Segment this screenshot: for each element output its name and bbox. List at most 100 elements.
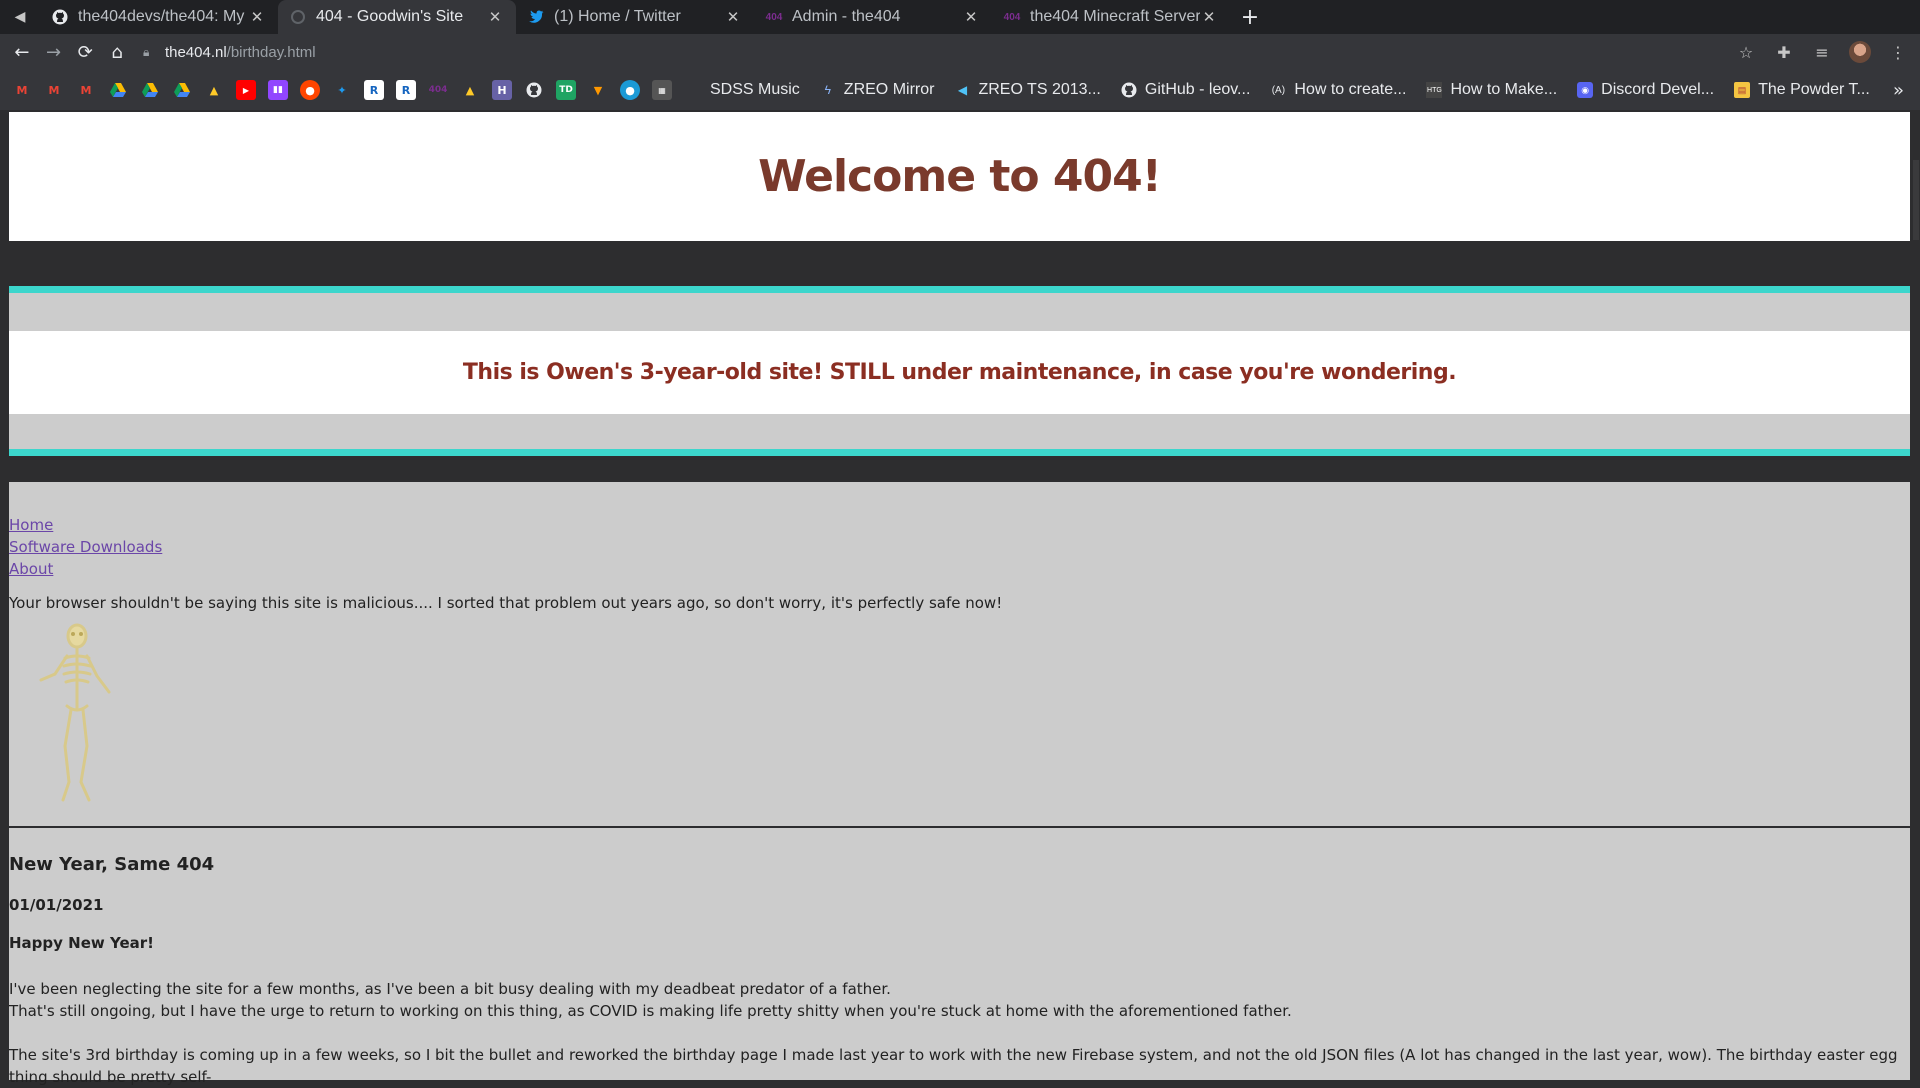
back-icon[interactable]: ←	[6, 36, 38, 68]
tab-title: 404 - Goodwin's Site	[316, 8, 464, 25]
filter-icon[interactable]: ▼	[588, 80, 608, 100]
avatar	[1849, 41, 1871, 63]
tab-title: the404devs/the404: My	[78, 8, 245, 25]
bookmark-label: The Powder T...	[1758, 81, 1870, 98]
bookmark-powder-toy[interactable]: ▤ The Powder T...	[1734, 81, 1870, 99]
browser-toolbar: ← → ⟳ ⌂ 🔒︎ the404.nl/birthday.html ☆ ✚ ≡…	[0, 34, 1920, 70]
page-title: Welcome to 404!	[758, 151, 1162, 202]
bookmark-how-to-make[interactable]: HTG How to Make...	[1426, 81, 1557, 99]
tab-twitter[interactable]: (1) Home / Twitter ✕	[516, 0, 754, 34]
dancing-skeleton-image	[39, 623, 111, 802]
github-icon	[52, 9, 68, 25]
site-header: Welcome to 404!	[9, 112, 1910, 241]
drive-icon[interactable]	[108, 80, 128, 100]
tab-goodwins-site[interactable]: 404 - Goodwin's Site ✕	[278, 0, 516, 34]
the404-icon[interactable]: 404	[428, 80, 448, 100]
forward-icon[interactable]: →	[38, 36, 70, 68]
rl-icon[interactable]: R	[396, 80, 416, 100]
zreo-icon: ◀	[957, 83, 968, 97]
bookmark-label: SDSS Music	[710, 81, 800, 98]
rl-icon[interactable]: R	[364, 80, 384, 100]
post-date: 01/01/2021	[9, 896, 104, 914]
close-icon[interactable]: ✕	[724, 8, 742, 26]
tab-minecraft[interactable]: 404 the404 Minecraft Server ✕	[992, 0, 1230, 34]
bookmark-how-to-create[interactable]: (A) How to create...	[1270, 81, 1407, 99]
extensions-icon[interactable]: ✚	[1768, 36, 1800, 68]
more-bookmarks-icon[interactable]: »	[1893, 80, 1920, 101]
td-icon[interactable]: TD	[556, 80, 576, 100]
close-icon[interactable]: ✕	[486, 8, 504, 26]
bookmark-label: How to Make...	[1450, 81, 1558, 98]
post-paragraph: I've been neglecting the site for a few …	[9, 978, 1292, 1022]
url-host: the404.nl	[164, 43, 227, 61]
bookmark-discord-devel[interactable]: ◉ Discord Devel...	[1577, 81, 1714, 99]
lock-icon: 🔒︎	[142, 44, 150, 59]
site-nav: Home Software Downloads About	[9, 514, 162, 580]
address-bar[interactable]: 🔒︎ the404.nl/birthday.html	[143, 38, 1730, 66]
post-line: That's still ongoing, but I have the urg…	[9, 1002, 1292, 1020]
bookmark-zreo-ts[interactable]: ◀ ZREO TS 2013...	[954, 81, 1101, 99]
malicious-warning-text: Your browser shouldn't be saying this si…	[9, 594, 1003, 612]
home-icon[interactable]: ⌂	[101, 36, 133, 68]
notice-box: This is Owen's 3-year-old site! STILL un…	[9, 331, 1910, 414]
steam-icon[interactable]: ●	[620, 80, 640, 100]
the404-icon: 404	[765, 11, 783, 23]
new-tab-button[interactable]: +	[1230, 0, 1270, 34]
star-icon[interactable]: ☆	[1730, 36, 1762, 68]
close-icon[interactable]: ✕	[248, 8, 266, 26]
bookmark-github-leov[interactable]: GitHub - leov...	[1121, 81, 1251, 99]
reload-icon[interactable]: ⟳	[69, 36, 101, 68]
bookmark-sdss-music[interactable]: SDSS Music	[710, 81, 800, 99]
drive-icon[interactable]	[140, 80, 160, 100]
tab-title: Admin - the404	[792, 8, 901, 25]
nav-link-about[interactable]: About	[9, 558, 162, 580]
bookmark-label: Discord Devel...	[1601, 81, 1715, 98]
post-greeting: Happy New Year!	[9, 934, 154, 952]
tab-github[interactable]: the404devs/the404: My ✕	[40, 0, 278, 34]
bookmark-label: GitHub - leov...	[1144, 81, 1251, 98]
zreo-icon: ϟ	[824, 83, 831, 97]
twitch-icon[interactable]: ▮▮	[268, 80, 288, 100]
tab-strip: ◀ the404devs/the404: My ✕ 404 - Goodwin'…	[0, 0, 1920, 34]
drive-icon[interactable]	[172, 80, 192, 100]
nav-link-home[interactable]: Home	[9, 514, 162, 536]
notice-band-bottom	[9, 414, 1910, 449]
app-icon[interactable]: ▦	[652, 80, 672, 100]
divider	[9, 286, 1910, 293]
scrollbar[interactable]	[1911, 110, 1920, 1080]
powder-icon: ▤	[1734, 82, 1751, 98]
close-icon[interactable]: ✕	[1200, 8, 1218, 26]
gmail-icon[interactable]: M	[76, 80, 96, 100]
github-icon	[1121, 82, 1137, 98]
firebase-icon[interactable]: ▲	[204, 80, 224, 100]
notice-band-top	[9, 293, 1910, 331]
scrollbar-thumb[interactable]	[1913, 160, 1919, 240]
htg-icon: HTG	[1426, 82, 1443, 98]
gmail-icon[interactable]: M	[44, 80, 64, 100]
tab-admin[interactable]: 404 Admin - the404 ✕	[754, 0, 992, 34]
post-line: I've been neglecting the site for a few …	[9, 980, 891, 998]
bookmarks-bar: M M M ▲ ▶ ▮▮ ● ✦ R R 404 ▲ H TD ▼ ● ▦ SD…	[0, 70, 1920, 110]
nav-link-software-downloads[interactable]: Software Downloads	[9, 536, 162, 558]
twitter-icon[interactable]: ✦	[332, 80, 352, 100]
post-paragraph: The site's 3rd birthday is coming up in …	[9, 1046, 1898, 1086]
firebase-icon[interactable]: ▲	[460, 80, 480, 100]
bookmark-label: ZREO TS 2013...	[978, 81, 1101, 98]
twitter-icon	[528, 9, 544, 25]
tab-search-icon[interactable]: ◀	[0, 0, 40, 34]
heroku-icon[interactable]: H	[492, 80, 512, 100]
notice-text: This is Owen's 3-year-old site! STILL un…	[462, 360, 1457, 385]
main-content: Home Software Downloads About Your brows…	[9, 482, 1910, 1086]
bookmark-zreo-mirror[interactable]: ϟ ZREO Mirror	[820, 81, 935, 99]
close-icon[interactable]: ✕	[962, 8, 980, 26]
profile-avatar[interactable]	[1844, 36, 1876, 68]
web-page: Welcome to 404! This is Owen's 3-year-ol…	[0, 110, 1920, 1086]
tab-title: the404 Minecraft Server	[1030, 8, 1200, 25]
reddit-icon[interactable]: ●	[300, 80, 320, 100]
menu-icon[interactable]: ⋮	[1882, 36, 1914, 68]
gmail-icon[interactable]: M	[12, 80, 32, 100]
discord-icon: ◉	[1577, 82, 1594, 98]
github-icon[interactable]	[524, 80, 544, 100]
youtube-icon[interactable]: ▶	[236, 80, 256, 100]
media-icon[interactable]: ≡	[1806, 36, 1838, 68]
